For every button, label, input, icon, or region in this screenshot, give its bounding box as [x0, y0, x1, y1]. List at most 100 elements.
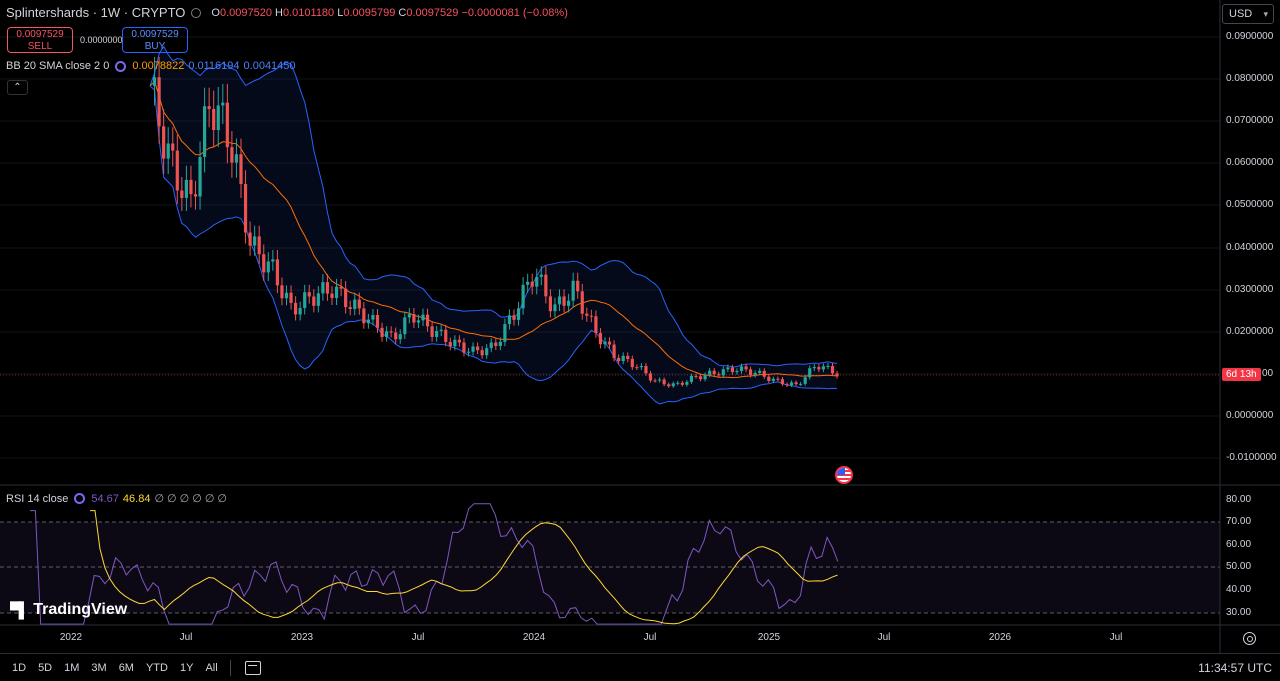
price-axis-label: 0.0200000 [1226, 326, 1274, 337]
candle-body [562, 296, 566, 306]
candle-body [330, 293, 334, 298]
price-tag-suffix: 00 [1262, 368, 1274, 381]
toolbar-divider [229, 659, 231, 676]
candle-body [239, 154, 243, 185]
candle-body [184, 179, 188, 198]
candle-body [603, 341, 607, 345]
candle-body [221, 102, 225, 106]
candle-body [357, 299, 361, 309]
bollinger-legend[interactable]: BB 20 SMA close 2 0 0.0078822 0.0116194 … [6, 60, 296, 72]
candle-body [403, 317, 407, 335]
timeframe-5d[interactable]: 5D [38, 662, 52, 674]
candle-body [212, 108, 216, 131]
timeframe-1y[interactable]: 1Y [180, 662, 193, 674]
chart-canvas[interactable] [0, 0, 1280, 653]
candle-body [152, 77, 157, 86]
symbol-legend[interactable]: Splintershards · 1W · CRYPTO O0.0097520 … [6, 5, 568, 20]
candle-body [571, 280, 575, 301]
candle-body [398, 334, 402, 340]
candle-body [471, 346, 475, 352]
low-value: 0.0095799 [343, 6, 396, 19]
candle-body [785, 384, 789, 386]
candle-body [421, 314, 425, 321]
candle-body [658, 379, 662, 381]
buy-button[interactable]: 0.0097529 BUY [122, 27, 188, 53]
utc-clock[interactable]: 11:34:57 UTC [1198, 661, 1272, 675]
chart-settings-icon[interactable] [1243, 632, 1256, 645]
candle-body [303, 292, 307, 309]
candle-body [685, 381, 689, 385]
candle-body [749, 369, 753, 376]
timeframe-1m[interactable]: 1M [64, 662, 79, 674]
symbol-title[interactable]: Splintershards · 1W · CRYPTO [6, 5, 185, 20]
timeframe-6m[interactable]: 6M [119, 662, 134, 674]
bollinger-title[interactable]: BB 20 SMA close 2 0 [6, 60, 109, 72]
currency-selector[interactable]: USD ▾ [1222, 4, 1274, 24]
candle-body [271, 259, 275, 262]
high-value: 0.0101180 [282, 6, 335, 19]
price-axis-label: 0.0400000 [1226, 242, 1274, 253]
candle-body [635, 367, 639, 369]
candle-body [243, 184, 248, 233]
candle-body [585, 313, 589, 316]
sell-button[interactable]: 0.0097529 SELL [7, 27, 73, 53]
rsi-axis-label: 80.00 [1226, 494, 1252, 505]
chevron-down-icon: ▾ [1263, 9, 1268, 19]
candle-body [257, 236, 261, 255]
tradingview-logo-icon: ▀▌ [10, 601, 29, 619]
price-axis-label: 0.0800000 [1226, 73, 1274, 84]
us-flag-event-icon[interactable] [835, 466, 853, 484]
buy-price: 0.0097529 [131, 29, 179, 40]
timeframe-all[interactable]: All [205, 662, 217, 674]
rsi-axis-label: 70.00 [1226, 516, 1252, 527]
rsi-legend[interactable]: RSI 14 close 54.67 46.84 ∅ ∅ ∅ ∅ ∅ ∅ [6, 492, 230, 506]
candle-body [644, 366, 648, 374]
candle-body [758, 370, 762, 373]
candle-body [521, 284, 525, 309]
candle-body [266, 261, 270, 273]
timeframe-ytd[interactable]: YTD [146, 662, 168, 674]
candle-body [794, 382, 798, 385]
collapse-legend-button[interactable]: ⌃ [7, 80, 28, 95]
candle-body [548, 296, 552, 312]
candle-body [316, 293, 320, 306]
rsi-empty-value: ∅ [167, 493, 177, 505]
candle-body [498, 341, 502, 346]
date-axis-label: 2025 [757, 632, 781, 643]
candle-body [344, 288, 348, 308]
candle-body [703, 374, 707, 380]
bar-countdown: 6d 13h [1222, 368, 1261, 381]
candle-body [494, 342, 498, 346]
candle-body [771, 378, 775, 382]
indicator-settings-icon[interactable] [115, 60, 127, 72]
candle-body [589, 315, 593, 317]
timeframe-1d[interactable]: 1D [12, 662, 26, 674]
candle-body [617, 357, 621, 362]
candle-body [576, 280, 580, 292]
candle-body [817, 367, 821, 370]
candle-body [607, 341, 612, 345]
spread-value: 0.0000000 [80, 35, 123, 45]
candle-body [189, 179, 193, 195]
tradingview-logo[interactable]: ▀▌ TradingView [10, 601, 127, 619]
rsi-axis-label: 60.00 [1226, 539, 1252, 550]
candle-body [730, 367, 734, 373]
calendar-icon[interactable] [244, 660, 261, 675]
change-value: −0.0000081 (−0.08%) [461, 6, 568, 19]
bollinger-basis-value: 0.0078822 [132, 60, 185, 72]
candle-body [544, 274, 548, 297]
rsi-settings-icon[interactable] [74, 493, 86, 504]
candle-body [512, 315, 516, 320]
candle-body [162, 126, 166, 159]
date-axis-label: Jul [179, 632, 193, 643]
candle-body [353, 299, 357, 309]
candle-body [808, 368, 812, 378]
price-axis-label: 0.0600000 [1226, 157, 1274, 168]
timeframe-3m[interactable]: 3M [91, 662, 106, 674]
candle-body [412, 314, 416, 323]
candle-body [676, 382, 680, 384]
candle-body [526, 281, 530, 285]
candle-body [448, 341, 452, 347]
rsi-title[interactable]: RSI 14 close [6, 493, 68, 505]
candle-body [539, 274, 543, 277]
